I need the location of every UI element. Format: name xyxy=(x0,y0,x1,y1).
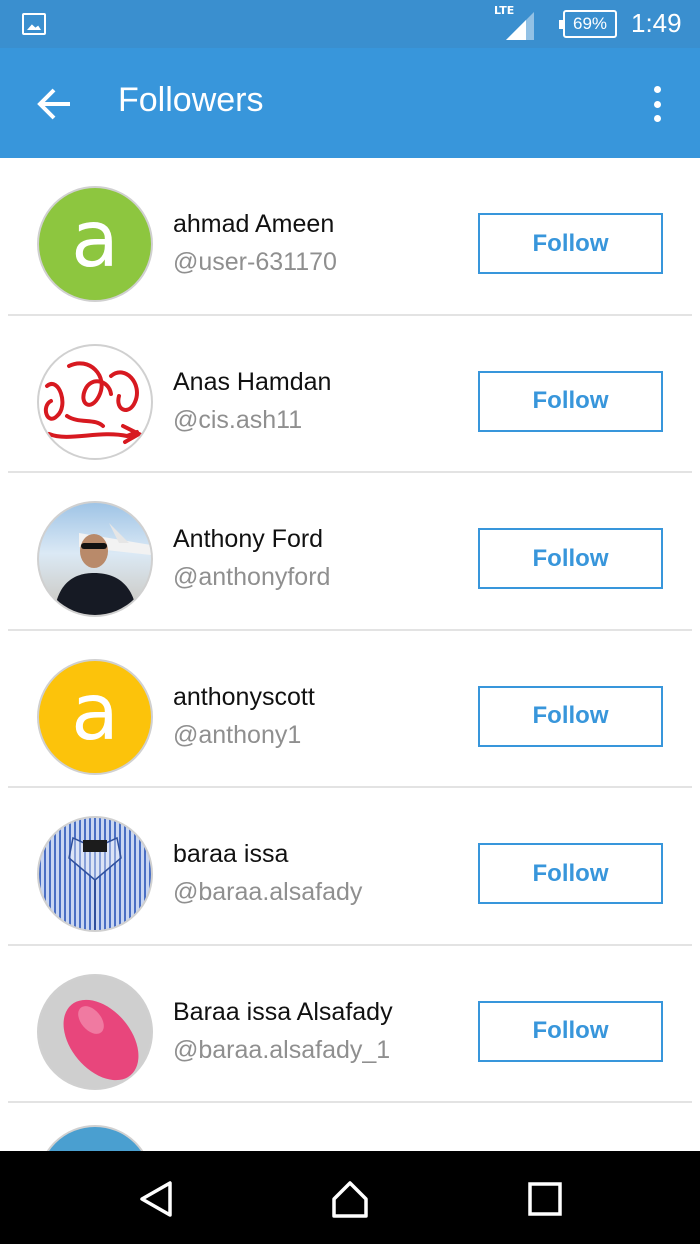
avatar-letter: a xyxy=(71,195,119,285)
menu-dot xyxy=(653,100,661,108)
follow-button[interactable]: Follow xyxy=(478,370,663,432)
follower-row[interactable]: a anthonyscott @anthony1 Follow xyxy=(0,631,700,788)
follower-row[interactable]: Anthony Ford @anthonyford Follow xyxy=(0,473,700,631)
recents-square-icon[interactable] xyxy=(525,1179,565,1219)
follower-name[interactable]: Anthony Ford xyxy=(173,525,323,554)
clock: 1:49 xyxy=(631,8,682,38)
person-photo-avatar-image xyxy=(54,523,151,615)
follow-button[interactable]: Follow xyxy=(478,213,663,274)
avatar[interactable] xyxy=(37,816,153,932)
app-bar: Followers xyxy=(0,48,700,158)
signal-icon xyxy=(506,12,534,40)
avatar[interactable] xyxy=(37,973,153,1090)
avatar-letter: a xyxy=(71,667,119,758)
follower-handle: @user-631170 xyxy=(173,248,337,276)
shirt-photo-avatar-image xyxy=(68,836,122,930)
follow-button[interactable]: Follow xyxy=(478,685,663,747)
follower-handle: @baraa.alsafady_1 xyxy=(173,1035,391,1064)
overflow-menu-icon[interactable] xyxy=(640,84,674,124)
avatar[interactable] xyxy=(37,501,153,617)
scribble-avatar-image xyxy=(43,360,144,444)
follower-row[interactable]: baraa issa @baraa.alsafady Follow xyxy=(0,788,700,946)
follow-button[interactable]: Follow xyxy=(478,528,663,589)
follower-name[interactable]: Baraa issa Alsafady xyxy=(173,998,393,1027)
mouse-photo-avatar-image xyxy=(63,999,139,1080)
avatar[interactable]: a xyxy=(37,658,153,775)
avatar[interactable]: a xyxy=(37,186,153,302)
followers-list: a ahmad Ameen @user-631170 Follow Anas H… xyxy=(0,158,700,1241)
navigation-bar xyxy=(0,1151,700,1244)
follow-button[interactable]: Follow xyxy=(478,843,663,904)
battery-icon: 69% xyxy=(559,10,617,38)
follower-row-partial[interactable] xyxy=(0,1103,700,1241)
status-bar: LTE 69% 1:49 xyxy=(0,0,700,48)
follower-handle: @cis.ash11 xyxy=(173,405,303,434)
follower-row[interactable]: a ahmad Ameen @user-631170 Follow xyxy=(0,158,700,316)
follower-row[interactable]: Anas Hamdan @cis.ash11 Follow xyxy=(0,316,700,473)
back-arrow-icon[interactable] xyxy=(34,84,74,124)
follower-name[interactable]: anthonyscott xyxy=(173,683,315,712)
follower-handle: @baraa.alsafady xyxy=(173,878,363,906)
follower-handle: @anthonyford xyxy=(173,563,331,591)
back-triangle-icon[interactable] xyxy=(136,1179,176,1219)
image-notification-icon xyxy=(22,13,46,35)
follower-handle: @anthony1 xyxy=(173,720,302,749)
follow-button[interactable]: Follow xyxy=(478,1000,663,1062)
battery-percent: 69% xyxy=(572,14,608,33)
avatar[interactable] xyxy=(37,343,153,460)
home-icon[interactable] xyxy=(330,1179,370,1219)
page-title: Followers xyxy=(118,81,264,119)
follower-name[interactable]: Anas Hamdan xyxy=(173,368,331,397)
follower-name[interactable]: ahmad Ameen xyxy=(173,210,334,239)
menu-dot xyxy=(653,86,661,93)
menu-dot xyxy=(653,115,661,122)
follower-row[interactable]: Baraa issa Alsafady @baraa.alsafady_1 Fo… xyxy=(0,946,700,1103)
follower-name[interactable]: baraa issa xyxy=(173,840,288,869)
